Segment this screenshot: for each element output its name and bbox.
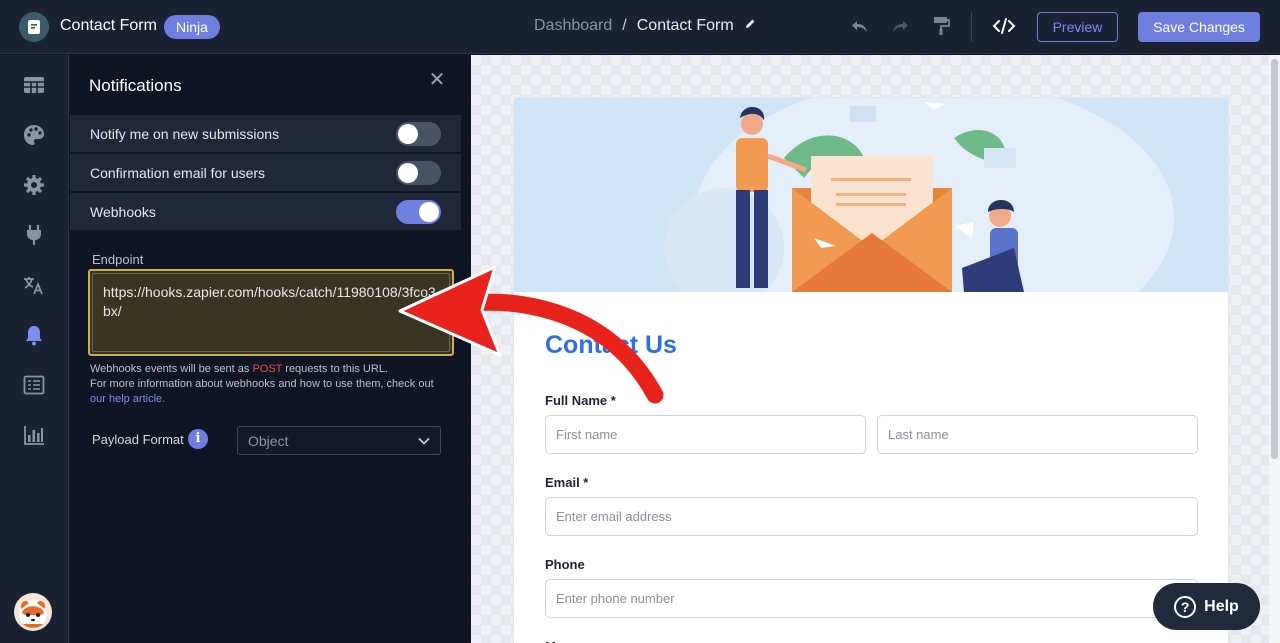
webhooks-toggle[interactable] (396, 200, 441, 224)
form-card: Contact Us Full Name * First name Last n… (513, 97, 1229, 643)
breadcrumb: Dashboard / Contact Form (534, 17, 757, 35)
help-button[interactable]: ? Help (1153, 583, 1260, 630)
scrollbar-thumb[interactable] (1271, 59, 1278, 459)
redo-icon[interactable] (888, 14, 912, 38)
breadcrumb-dashboard[interactable]: Dashboard (534, 17, 612, 35)
phone-input[interactable]: Enter phone number (545, 579, 1198, 618)
form-title: Contact Us (545, 331, 677, 359)
endpoint-label: Endpoint (92, 252, 144, 267)
bell-icon[interactable] (22, 323, 46, 347)
toggle-knob (398, 163, 418, 183)
question-icon: ? (1174, 595, 1197, 618)
app-title: Contact Form (60, 17, 157, 34)
toolbar-divider (971, 12, 972, 42)
new-submissions-toggle[interactable] (396, 122, 441, 146)
breadcrumb-separator: / (622, 17, 627, 34)
undo-icon[interactable] (848, 14, 872, 38)
chart-icon[interactable] (22, 423, 46, 447)
help-article-link[interactable]: our help article. (90, 393, 165, 405)
preview-button[interactable]: Preview (1037, 12, 1118, 42)
hero-illustration (514, 98, 1228, 292)
help-label: Help (1204, 597, 1239, 615)
save-changes-button[interactable]: Save Changes (1138, 12, 1260, 42)
phone-label: Phone (545, 557, 585, 572)
gear-icon[interactable] (22, 173, 46, 197)
confirmation-email-toggle[interactable] (396, 161, 441, 185)
last-name-input[interactable]: Last name (877, 415, 1198, 454)
panel-title: Notifications (89, 76, 182, 95)
payload-format-select[interactable]: Object (237, 426, 441, 455)
list-icon[interactable] (22, 373, 46, 397)
form-preview-canvas: Contact Us Full Name * First name Last n… (471, 55, 1269, 643)
help-post-method: POST (252, 363, 283, 375)
close-icon[interactable]: ✕ (426, 69, 448, 91)
top-bar: Contact Form Ninja Dashboard / Contact F… (0, 0, 1280, 54)
endpoint-help-text: Webhooks events will be sent as POST req… (90, 362, 460, 407)
full-name-label: Full Name * (545, 393, 616, 408)
preview-scrollbar[interactable] (1269, 55, 1280, 643)
paint-roller-icon[interactable] (929, 14, 953, 38)
chevron-down-icon (418, 437, 430, 445)
option-confirmation-email: Confirmation email for users (70, 154, 461, 192)
endpoint-textarea[interactable]: https://hooks.zapier.com/hooks/catch/119… (92, 273, 450, 352)
plug-icon[interactable] (22, 223, 46, 247)
option-new-submissions: Notify me on new submissions (70, 115, 461, 153)
email-label: Email * (545, 475, 589, 490)
app-logo[interactable] (19, 12, 49, 42)
option-label: Notify me on new submissions (90, 126, 280, 142)
form-icon (28, 20, 40, 34)
option-label: Confirmation email for users (90, 165, 266, 181)
toggle-knob (398, 124, 418, 144)
user-avatar[interactable] (14, 593, 52, 631)
message-label: M (545, 639, 556, 643)
translate-icon[interactable] (22, 273, 46, 297)
help-suffix: requests to this URL. (282, 363, 388, 375)
sidebar-rail (0, 55, 69, 643)
info-icon[interactable]: i (188, 429, 208, 449)
notifications-panel: Notifications ✕ Notify me on new submiss… (70, 55, 471, 643)
payload-format-value: Object (248, 433, 289, 449)
palette-icon[interactable] (22, 123, 46, 147)
payload-format-label: Payload Format (92, 432, 184, 447)
breadcrumb-current: Contact Form (636, 17, 734, 34)
option-webhooks: Webhooks (70, 193, 461, 231)
email-input[interactable]: Enter email address (545, 497, 1198, 536)
pencil-icon[interactable] (744, 17, 757, 35)
plan-badge: Ninja (164, 15, 220, 39)
code-icon[interactable] (992, 14, 1016, 38)
table-icon[interactable] (22, 73, 46, 97)
help-line2: For more information about webhooks and … (90, 378, 434, 390)
option-label: Webhooks (90, 204, 156, 220)
endpoint-field: https://hooks.zapier.com/hooks/catch/119… (88, 269, 454, 356)
help-prefix: Webhooks events will be sent as (90, 363, 253, 375)
first-name-input[interactable]: First name (545, 415, 866, 454)
toggle-knob (419, 202, 439, 222)
